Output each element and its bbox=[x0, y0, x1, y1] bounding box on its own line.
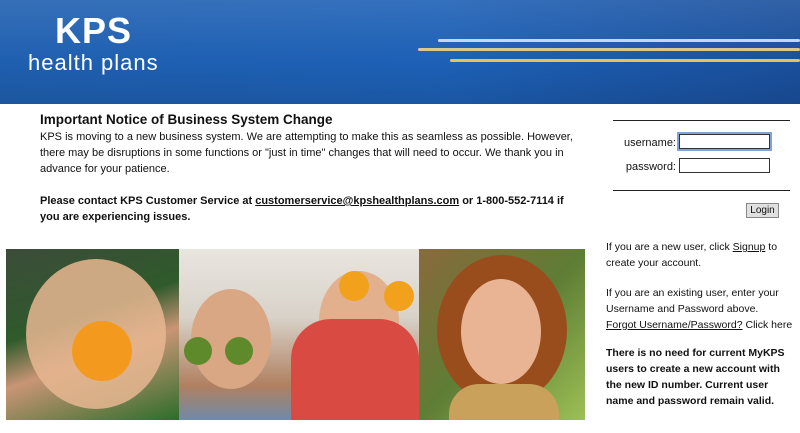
photo-children-fruit bbox=[179, 249, 419, 420]
notice-body: KPS is moving to a new business system. … bbox=[40, 131, 573, 175]
kiwi-shape bbox=[225, 337, 253, 365]
password-input[interactable] bbox=[679, 158, 770, 173]
photo-boy-orange bbox=[6, 249, 179, 420]
contact-email-link[interactable]: customerservice@kpshealthplans.com bbox=[255, 195, 459, 207]
face-shape bbox=[461, 279, 541, 384]
forgot-suffix: Click here bbox=[742, 319, 793, 331]
notice-contact: Please contact KPS Customer Service at c… bbox=[40, 193, 580, 225]
orange-slice-shape bbox=[339, 271, 369, 301]
login-divider-bottom bbox=[613, 190, 790, 191]
login-button[interactable]: Login bbox=[746, 203, 779, 218]
existing-user-help: If you are an existing user, enter your … bbox=[606, 285, 798, 333]
logo-health-plans[interactable]: health plans bbox=[28, 50, 159, 76]
top-shape bbox=[449, 384, 559, 420]
new-user-help: If you are a new user, click Signup to c… bbox=[606, 239, 798, 271]
mykps-notice: There is no need for current MyKPS users… bbox=[606, 347, 785, 407]
photo-woman-cherries bbox=[419, 249, 585, 420]
password-label: password: bbox=[625, 161, 676, 173]
signup-link[interactable]: Signup bbox=[733, 241, 766, 253]
site-header: KPS health plans bbox=[0, 0, 800, 104]
new-user-prefix: If you are a new user, click bbox=[606, 241, 733, 253]
header-stripe bbox=[450, 59, 800, 62]
logo-kps[interactable]: KPS bbox=[55, 10, 132, 52]
contact-prefix: Please contact KPS Customer Service at bbox=[40, 195, 256, 207]
login-divider-top bbox=[613, 120, 790, 121]
photo-banner bbox=[6, 249, 585, 420]
orange-slice-shape bbox=[384, 281, 414, 311]
kiwi-shape bbox=[184, 337, 212, 365]
username-label: username: bbox=[624, 137, 676, 149]
business-notice: Important Notice of Business System Chan… bbox=[40, 112, 580, 225]
orange-slice-shape bbox=[72, 321, 132, 381]
notice-title: Important Notice of Business System Chan… bbox=[40, 112, 333, 127]
existing-user-text: If you are an existing user, enter your … bbox=[606, 287, 779, 315]
header-stripe bbox=[418, 48, 800, 51]
header-stripe bbox=[438, 39, 800, 42]
username-input[interactable] bbox=[677, 132, 772, 151]
forgot-credentials-link[interactable]: Forgot Username/Password? bbox=[606, 319, 743, 331]
red-shirt-shape bbox=[291, 319, 419, 420]
